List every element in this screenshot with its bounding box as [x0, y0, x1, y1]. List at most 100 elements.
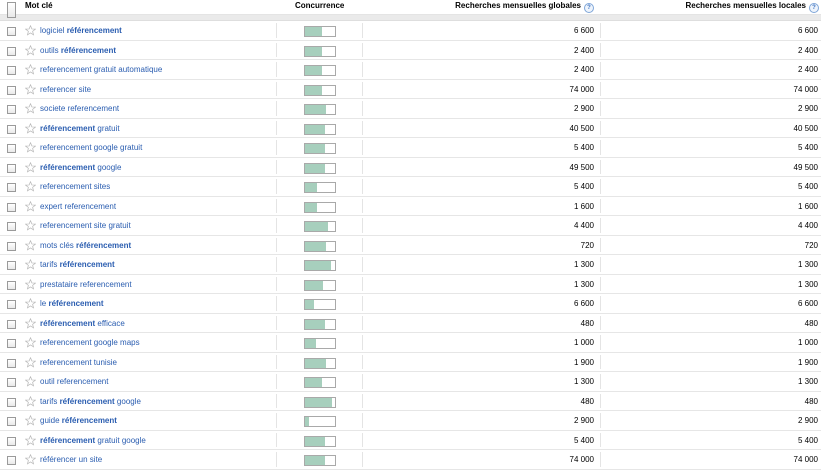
- row-checkbox[interactable]: [7, 66, 16, 75]
- star-outline-icon[interactable]: [25, 278, 36, 290]
- global-searches-value: 1 300: [573, 260, 594, 269]
- star-outline-icon[interactable]: [25, 103, 36, 114]
- star-outline-icon[interactable]: [25, 356, 36, 368]
- keyword-link[interactable]: societe referencement: [40, 99, 119, 118]
- star-outline-icon[interactable]: [25, 298, 36, 309]
- keyword-link[interactable]: logiciel référencement: [40, 21, 122, 40]
- table-row: expert referencement 1 600 1 600: [0, 196, 821, 216]
- local-searches-value: 1 000: [797, 338, 818, 347]
- row-checkbox[interactable]: [7, 319, 16, 329]
- keyword-link[interactable]: référencement gratuit: [40, 119, 120, 138]
- global-searches-column-header[interactable]: Recherches mensuelles globales?: [455, 0, 594, 14]
- star-outline-icon[interactable]: [25, 161, 36, 173]
- local-searches-value: 2 900: [797, 416, 818, 425]
- local-searches-value: 5 400: [797, 182, 818, 191]
- table-row: le référencement 6 600 6 600: [0, 294, 821, 314]
- keyword-column-header[interactable]: Mot clé: [25, 0, 53, 14]
- keyword-link[interactable]: référencement gratuit google: [40, 431, 146, 450]
- star-outline-icon[interactable]: [25, 395, 36, 407]
- row-checkbox[interactable]: [7, 105, 16, 114]
- keyword-link[interactable]: tarifs référencement: [40, 255, 115, 274]
- row-checkbox[interactable]: [7, 144, 16, 153]
- select-all-checkbox[interactable]: [7, 2, 16, 18]
- star-outline-icon[interactable]: [25, 415, 36, 426]
- help-icon[interactable]: ?: [809, 3, 819, 13]
- row-checkbox[interactable]: [7, 417, 16, 426]
- table-row: tarifs référencement 1 300 1 300: [0, 255, 821, 275]
- global-searches-value: 1 000: [573, 338, 594, 347]
- star-outline-icon[interactable]: [25, 200, 36, 212]
- keyword-link[interactable]: outils référencement: [40, 41, 116, 60]
- star-outline-icon[interactable]: [25, 25, 36, 36]
- row-checkbox[interactable]: [7, 261, 16, 270]
- row-checkbox[interactable]: [7, 85, 16, 95]
- column-separator: [600, 257, 601, 272]
- keyword-link[interactable]: référencement efficace: [40, 314, 125, 333]
- keyword-link[interactable]: referencement google gratuit: [40, 138, 142, 157]
- row-checkbox[interactable]: [7, 280, 16, 290]
- row-checkbox[interactable]: [7, 163, 16, 173]
- keyword-highlight: référencement: [40, 123, 96, 133]
- keyword-highlight: référencement: [40, 435, 96, 445]
- keyword-link[interactable]: referencement sites: [40, 177, 110, 196]
- row-checkbox[interactable]: [7, 436, 16, 446]
- star-outline-icon[interactable]: [25, 44, 36, 56]
- column-separator: [276, 452, 277, 467]
- star-outline-icon[interactable]: [25, 337, 36, 348]
- keyword-link[interactable]: referencement site gratuit: [40, 216, 131, 235]
- competition-bar: [304, 396, 336, 408]
- help-icon[interactable]: ?: [584, 3, 594, 13]
- keyword-text: tarifs: [40, 260, 60, 269]
- star-outline-icon[interactable]: [25, 317, 36, 329]
- row-checkbox[interactable]: [7, 46, 16, 56]
- star-outline-icon[interactable]: [25, 142, 36, 153]
- keyword-link[interactable]: mots clés référencement: [40, 236, 131, 255]
- star-outline-icon[interactable]: [25, 454, 36, 465]
- keyword-link[interactable]: referencement tunisie: [40, 353, 117, 372]
- competition-column-header[interactable]: Concurrence: [295, 0, 344, 14]
- local-searches-column-header[interactable]: Recherches mensuelles locales?: [685, 0, 819, 14]
- row-checkbox[interactable]: [7, 183, 16, 192]
- keyword-text: guide: [40, 416, 62, 425]
- row-checkbox[interactable]: [7, 241, 16, 251]
- keyword-link[interactable]: guide référencement: [40, 411, 117, 430]
- column-separator: [362, 23, 363, 38]
- column-separator: [362, 42, 363, 57]
- star-outline-icon[interactable]: [25, 376, 36, 387]
- column-separator: [276, 218, 277, 233]
- row-checkbox[interactable]: [7, 358, 16, 368]
- row-checkbox[interactable]: [7, 124, 16, 134]
- row-checkbox[interactable]: [7, 456, 16, 465]
- keyword-link[interactable]: referencer site: [40, 80, 91, 99]
- keyword-link[interactable]: référencer un site: [40, 450, 102, 469]
- column-separator: [276, 374, 277, 389]
- star-outline-icon[interactable]: [25, 220, 36, 231]
- row-checkbox[interactable]: [7, 397, 16, 407]
- star-outline-icon[interactable]: [25, 259, 36, 270]
- star-outline-icon[interactable]: [25, 64, 36, 75]
- star-outline-icon[interactable]: [25, 181, 36, 192]
- row-checkbox[interactable]: [7, 202, 16, 212]
- keyword-link[interactable]: referencement gratuit automatique: [40, 60, 162, 79]
- star-outline-icon[interactable]: [25, 239, 36, 251]
- keyword-link[interactable]: tarifs référencement google: [40, 392, 141, 411]
- competition-bar-fill: [305, 124, 325, 134]
- keyword-link[interactable]: outil referencement: [40, 372, 108, 391]
- row-checkbox[interactable]: [7, 27, 16, 36]
- star-outline-icon[interactable]: [25, 434, 36, 446]
- global-searches-value: 2 900: [573, 104, 594, 113]
- keyword-link[interactable]: prestataire referencement: [40, 275, 132, 294]
- row-checkbox[interactable]: [7, 222, 16, 231]
- row-checkbox[interactable]: [7, 300, 16, 309]
- keyword-link[interactable]: le référencement: [40, 294, 104, 313]
- row-checkbox[interactable]: [7, 378, 16, 387]
- column-separator: [600, 296, 601, 311]
- competition-bar-fill: [305, 397, 332, 407]
- keyword-text: societe referencement: [40, 104, 120, 113]
- keyword-link[interactable]: referencement google maps: [40, 333, 140, 352]
- keyword-link[interactable]: expert referencement: [40, 197, 116, 216]
- keyword-link[interactable]: référencement google: [40, 158, 121, 177]
- row-checkbox[interactable]: [7, 339, 16, 348]
- star-outline-icon[interactable]: [25, 122, 36, 134]
- star-outline-icon[interactable]: [25, 83, 36, 95]
